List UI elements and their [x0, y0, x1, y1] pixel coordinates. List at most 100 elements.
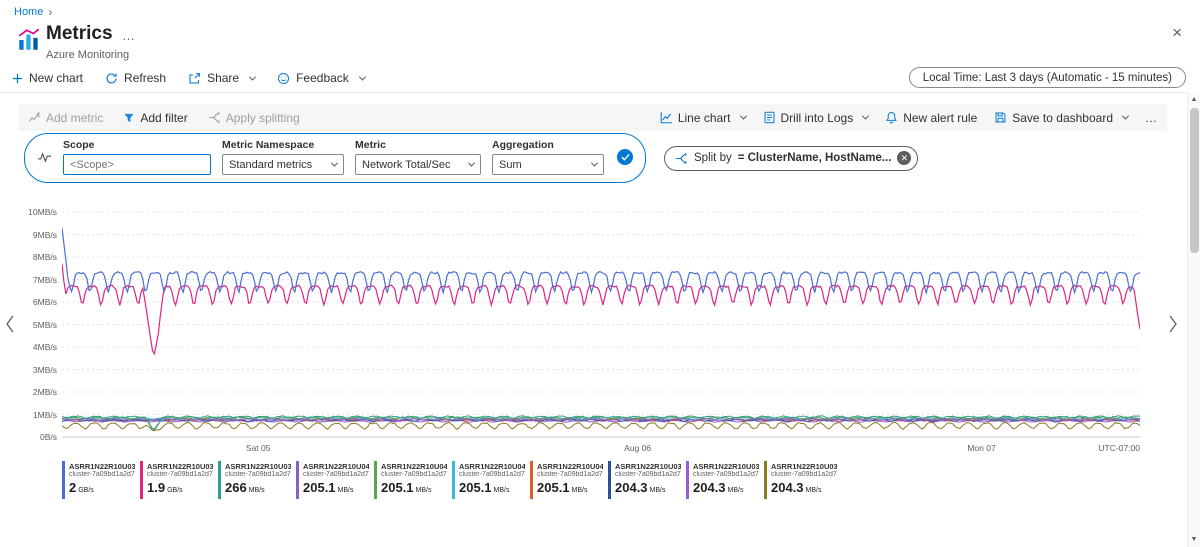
filter-icon — [123, 112, 135, 124]
close-button[interactable]: × — [1172, 24, 1182, 41]
chevron-down-icon — [862, 113, 869, 120]
legend-item[interactable]: ASRR1N22R10U04, Loc... cluster-7a09bd1a2… — [374, 461, 450, 499]
scroll-down-icon[interactable]: ▼ — [1188, 536, 1200, 543]
add-metric-icon — [28, 111, 41, 124]
x-axis-label: UTC-07:00 — [1098, 443, 1140, 453]
more-commands-button[interactable]: … — [1145, 111, 1157, 125]
legend-item[interactable]: ASRR1N22R10U03, Met... cluster-7a09bd1a2… — [218, 461, 294, 499]
remove-split-icon[interactable]: ✕ — [897, 151, 911, 165]
metric-group: Metric Network Total/Sec — [355, 139, 481, 175]
breadcrumb-separator: › — [48, 5, 52, 19]
legend-series-name: ASRR1N22R10U03, Hyp... — [147, 462, 213, 471]
legend: ASRR1N22R10U03, Met... cluster-7a09bd1a2… — [62, 461, 840, 499]
legend-item[interactable]: ASRR1N22R10U03, Hyp... cluster-7a09bd1a2… — [140, 461, 216, 499]
legend-series-name: ASRR1N22R10U03, Loc... — [771, 462, 837, 471]
refresh-icon — [105, 72, 118, 85]
new-chart-button[interactable]: New chart — [10, 69, 85, 87]
vertical-scrollbar[interactable]: ▲ ▼ — [1187, 92, 1200, 547]
legend-series-name: ASRR1N22R10U04, Loc... — [303, 462, 369, 471]
aggregation-select[interactable]: Sum — [492, 154, 604, 175]
aggregation-value: Sum — [499, 159, 522, 171]
legend-series-host: cluster-7a09bd1a2d7b... — [459, 471, 525, 478]
chevron-down-icon — [591, 160, 598, 167]
legend-series-name: ASRR1N22R10U04, Loc... — [381, 462, 447, 471]
legend-series-host: cluster-7a09bd1a2d7b... — [147, 471, 213, 478]
previous-chart-chevron[interactable] — [3, 312, 17, 339]
title-more-button[interactable]: … — [122, 28, 136, 43]
feedback-label: Feedback — [296, 71, 349, 85]
y-axis-label: 4MB/s — [33, 342, 57, 352]
y-axis-label: 9MB/s — [33, 230, 57, 240]
refresh-label: Refresh — [124, 71, 166, 85]
scope-input[interactable] — [63, 154, 211, 175]
legend-series-value: 205.1MB/s — [459, 479, 525, 497]
plus-icon — [12, 73, 23, 84]
feedback-smiley-icon — [277, 72, 290, 85]
apply-splitting-label: Apply splitting — [226, 111, 300, 125]
y-axis-label: 2MB/s — [33, 387, 57, 397]
aggregation-label: Aggregation — [492, 139, 604, 151]
legend-item[interactable]: ASRR1N22R10U03, Loc... cluster-7a09bd1a2… — [686, 461, 762, 499]
metric-select[interactable]: Network Total/Sec — [355, 154, 481, 175]
chevron-down-icon — [331, 160, 338, 167]
save-to-dashboard-button[interactable]: Save to dashboard — [994, 111, 1128, 125]
chart-toolbar: Add metric Add filter Apply splitting Li… — [18, 104, 1167, 131]
add-filter-button[interactable]: Add filter — [123, 111, 187, 125]
share-button[interactable]: Share — [186, 69, 257, 87]
line-chart-icon — [660, 111, 673, 124]
apply-splitting-button[interactable]: Apply splitting — [208, 111, 300, 125]
split-icon — [208, 111, 221, 124]
refresh-button[interactable]: Refresh — [103, 69, 168, 87]
metric-namespace-label: Metric Namespace — [222, 139, 344, 151]
drill-into-logs-label: Drill into Logs — [781, 111, 854, 125]
scrollbar-thumb[interactable] — [1190, 108, 1199, 253]
y-axis-label: 7MB/s — [33, 275, 57, 285]
y-axis-label: 8MB/s — [33, 252, 57, 262]
x-axis-label: Mon 07 — [967, 443, 995, 453]
legend-series-host: cluster-7a09bd1a2d7b... — [303, 471, 369, 478]
next-chart-chevron[interactable] — [1166, 312, 1180, 339]
alert-bell-icon — [885, 111, 898, 124]
line-chart-button[interactable]: Line chart — [660, 111, 746, 125]
save-to-dashboard-label: Save to dashboard — [1012, 111, 1113, 125]
legend-series-host: cluster-7a09bd1a2d7b... — [381, 471, 447, 478]
logs-icon — [763, 111, 776, 124]
legend-series-name: ASRR1N22R10U04, Loc... — [537, 462, 603, 471]
scope-label: Scope — [63, 139, 211, 151]
legend-series-name: ASRR1N22R10U03, Loc... — [615, 462, 681, 471]
new-alert-rule-button[interactable]: New alert rule — [885, 111, 977, 125]
new-alert-rule-label: New alert rule — [903, 111, 977, 125]
split-by-value: = ClusterName, HostName... — [738, 152, 892, 164]
legend-item[interactable]: ASRR1N22R10U03, Loc... cluster-7a09bd1a2… — [608, 461, 684, 499]
time-range-picker[interactable]: Local Time: Last 3 days (Automatic - 15 … — [909, 67, 1186, 88]
legend-item[interactable]: ASRR1N22R10U04, Loc... cluster-7a09bd1a2… — [296, 461, 372, 499]
split-by-pill[interactable]: Split by = ClusterName, HostName... ✕ — [664, 146, 918, 171]
y-axis-label: 6MB/s — [33, 297, 57, 307]
legend-item[interactable]: ASRR1N22R10U03, Loc... cluster-7a09bd1a2… — [764, 461, 840, 499]
chart-plot-area[interactable] — [62, 208, 1140, 441]
breadcrumb-home-link[interactable]: Home — [14, 6, 43, 18]
y-axis-label: 10MB/s — [28, 207, 57, 217]
legend-series-name: ASRR1N22R10U04, Loc... — [459, 462, 525, 471]
share-label: Share — [207, 71, 239, 85]
legend-item[interactable]: ASRR1N22R10U04, Loc... cluster-7a09bd1a2… — [452, 461, 528, 499]
metric-config-row: Scope Metric Namespace Standard metrics … — [24, 133, 918, 183]
chevron-down-icon — [1122, 113, 1129, 120]
legend-series-value: 2GB/s — [69, 479, 135, 497]
scroll-up-icon[interactable]: ▲ — [1188, 96, 1200, 103]
y-axis-label: 3MB/s — [33, 365, 57, 375]
legend-series-host: cluster-7a09bd1a2d7b... — [537, 471, 603, 478]
feedback-button[interactable]: Feedback — [275, 69, 367, 87]
page-title: Metrics — [46, 23, 113, 45]
legend-series-name: ASRR1N22R10U03, Met... — [69, 462, 135, 471]
legend-item[interactable]: ASRR1N22R10U03, Met... cluster-7a09bd1a2… — [62, 461, 138, 499]
chevron-down-icon — [739, 113, 746, 120]
metric-namespace-select[interactable]: Standard metrics — [222, 154, 344, 175]
chevron-down-icon — [359, 73, 366, 80]
add-metric-button[interactable]: Add metric — [28, 111, 103, 125]
chevron-down-icon — [249, 73, 256, 80]
chart-toolbar-right: Line chart Drill into Logs New alert rul… — [660, 111, 1157, 125]
drill-into-logs-button[interactable]: Drill into Logs — [763, 111, 869, 125]
chart-toolbar-left: Add metric Add filter Apply splitting — [28, 111, 300, 125]
legend-item[interactable]: ASRR1N22R10U04, Loc... cluster-7a09bd1a2… — [530, 461, 606, 499]
